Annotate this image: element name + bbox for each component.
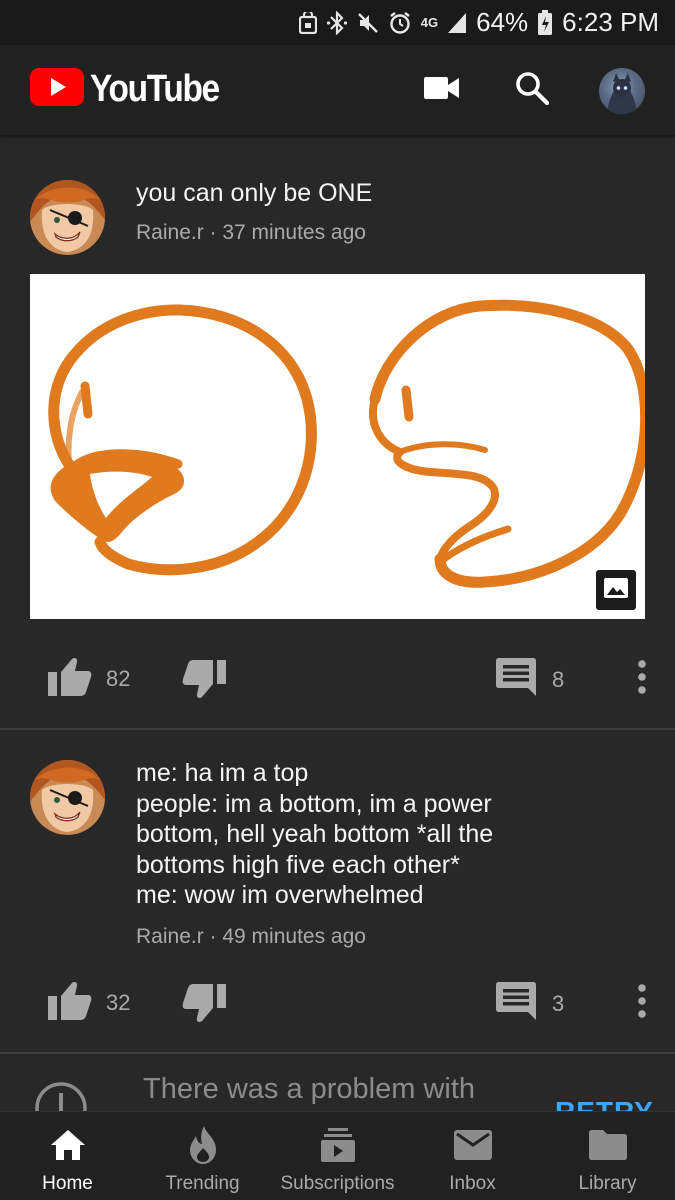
app-header: YouTube — [0, 45, 675, 135]
error-message: There was a problem with — [143, 1073, 476, 1105]
post-actions: 82 8 — [0, 646, 675, 706]
network-icon: 4G — [420, 15, 439, 30]
dislike-button[interactable] — [182, 660, 226, 705]
post-text-line: people: im a bottom, im a power — [136, 789, 492, 818]
flame-icon — [183, 1125, 223, 1165]
cart-icon — [298, 11, 317, 34]
thumbs-down-icon — [182, 660, 226, 705]
post-text-line: me: ha im a top — [136, 759, 309, 787]
account-avatar[interactable] — [599, 68, 645, 114]
signal-icon — [447, 12, 467, 34]
post-divider — [0, 1052, 675, 1054]
bottom-navigation: Home Trending Subscriptions Inbox Librar… — [0, 1111, 675, 1200]
post-text: me: ha im a top people: im a bottom, im … — [136, 758, 493, 911]
retry-button[interactable]: RETRY — [555, 1096, 654, 1111]
like-count: 82 — [106, 665, 131, 691]
battery-percent: 64% — [476, 7, 529, 37]
post-meta[interactable]: Raine.r · 37 minutes ago — [136, 221, 366, 245]
nav-trending[interactable]: Trending — [135, 1112, 270, 1200]
comment-count: 8 — [552, 666, 565, 692]
post-text: you can only be ONE — [136, 179, 373, 207]
alarm-icon — [388, 11, 412, 35]
mail-icon — [453, 1125, 493, 1165]
avatar[interactable] — [30, 180, 105, 255]
post-image[interactable] — [30, 274, 645, 619]
search-button[interactable] — [507, 65, 557, 115]
post-text-line: bottom, hell yeah bottom *all the — [136, 820, 494, 848]
comment-icon — [496, 982, 536, 1025]
comment-button[interactable]: 3 — [496, 982, 564, 1025]
image-icon — [604, 577, 628, 603]
camera-icon — [424, 76, 460, 105]
thumbs-up-icon — [48, 980, 92, 1025]
nav-subscriptions[interactable]: Subscriptions — [270, 1112, 405, 1200]
home-icon — [48, 1125, 88, 1165]
nav-inbox[interactable]: Inbox — [405, 1112, 540, 1200]
app-name: YouTube — [90, 68, 220, 110]
more-options-button[interactable] — [636, 984, 648, 1023]
youtube-play-icon — [30, 68, 84, 111]
post-divider — [0, 728, 675, 730]
clock: 6:23 PM — [562, 7, 659, 37]
thumbs-down-icon — [182, 984, 226, 1029]
comment-icon — [496, 658, 536, 701]
post-text-line: me: wow im overwhelmed — [136, 881, 424, 909]
nav-library[interactable]: Library — [540, 1112, 675, 1200]
like-button[interactable]: 82 — [48, 656, 130, 701]
comment-count: 3 — [552, 990, 565, 1016]
bluetooth-icon — [326, 10, 348, 35]
thumbs-up-icon — [48, 656, 92, 701]
nav-library-label: Library — [578, 1173, 637, 1194]
nav-home-label: Home — [42, 1173, 93, 1194]
battery-icon — [537, 9, 553, 36]
upload-button[interactable] — [417, 65, 467, 115]
load-error-row: There was a problem with RETRY — [0, 1055, 675, 1111]
nav-trending-label: Trending — [165, 1173, 240, 1194]
nav-subscriptions-label: Subscriptions — [280, 1173, 395, 1194]
avatar[interactable] — [30, 760, 105, 835]
search-icon — [515, 71, 550, 110]
nav-inbox-label: Inbox — [449, 1173, 496, 1194]
youtube-logo[interactable]: YouTube — [30, 68, 236, 111]
post-meta[interactable]: Raine.r · 49 minutes ago — [136, 925, 366, 949]
more-vert-icon — [636, 660, 648, 699]
dislike-button[interactable] — [182, 984, 226, 1029]
post-actions: 32 3 — [0, 970, 675, 1030]
post-text-line: bottoms high five each other* — [136, 850, 460, 879]
comment-button[interactable]: 8 — [496, 658, 564, 701]
like-button[interactable]: 32 — [48, 980, 130, 1025]
subscriptions-icon — [318, 1125, 358, 1165]
more-options-button[interactable] — [636, 660, 648, 699]
image-badge — [594, 568, 638, 612]
folder-icon — [588, 1125, 628, 1165]
status-bar: 4G 64% 6:23 PM — [0, 0, 675, 45]
more-vert-icon — [636, 984, 648, 1023]
mute-icon — [357, 12, 379, 34]
like-count: 32 — [106, 989, 131, 1015]
info-icon — [34, 1081, 88, 1111]
nav-home[interactable]: Home — [0, 1112, 135, 1200]
status-icons: 4G 64% 6:23 PM — [298, 7, 659, 38]
